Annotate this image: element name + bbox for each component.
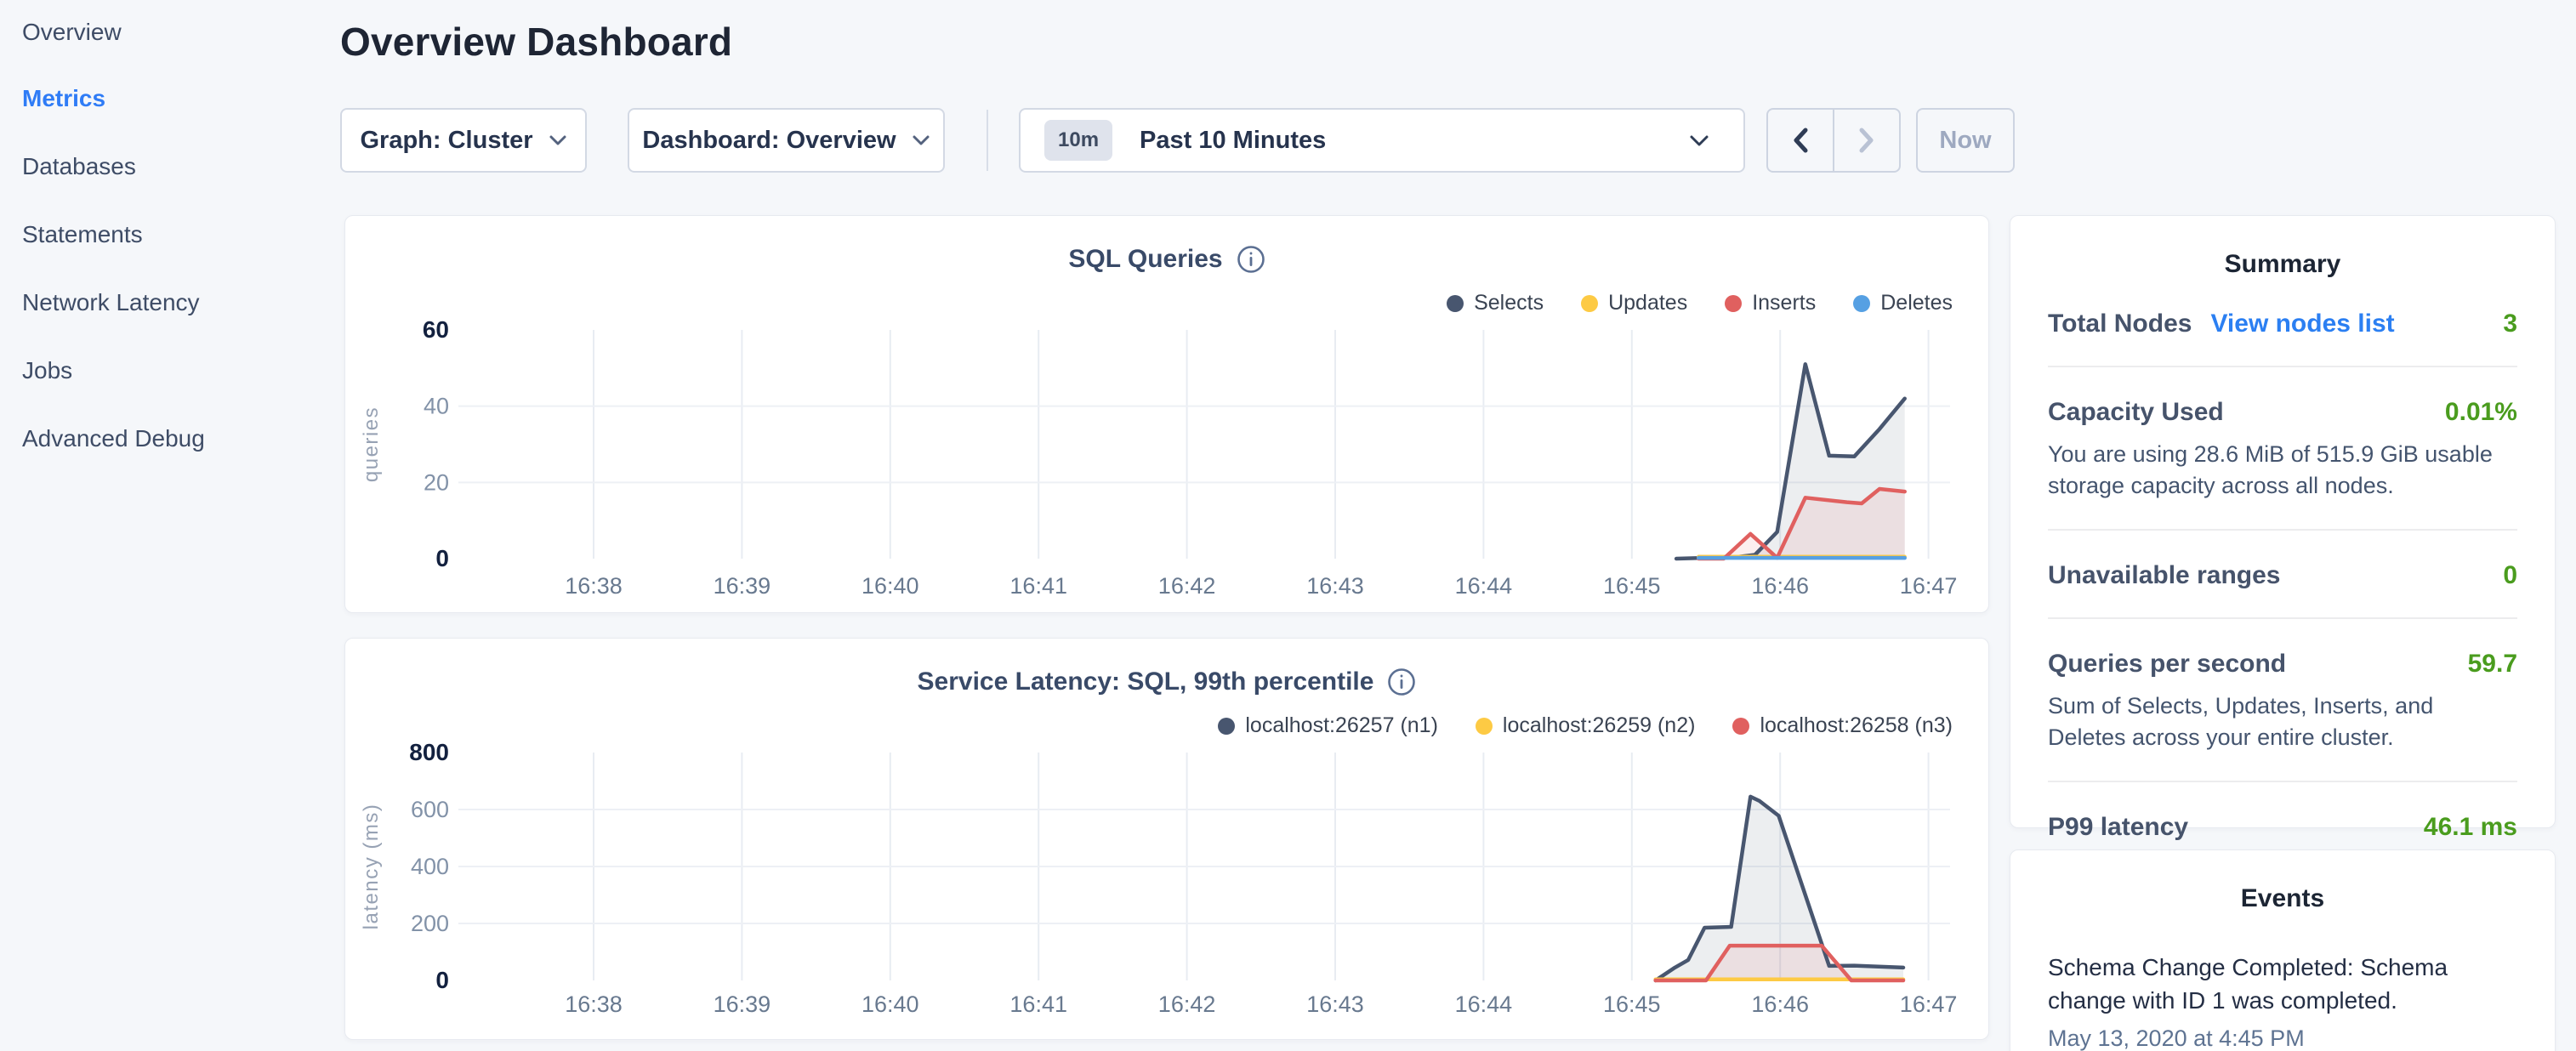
y-tick-label: 200 [411, 911, 449, 936]
y-tick-label: 800 [409, 739, 449, 765]
x-tick-label: 16:44 [1455, 573, 1513, 599]
x-tick-label: 16:38 [565, 573, 623, 599]
x-tick-label: 16:39 [714, 991, 771, 1017]
sidebar-item-overview[interactable]: Overview [22, 0, 333, 65]
summary-row-label: Capacity Used [2048, 398, 2224, 427]
x-tick-label: 16:40 [862, 573, 919, 599]
summary-row-value: 3 [2503, 310, 2517, 338]
y-axis-label: latency (ms) [360, 804, 383, 930]
x-tick-label: 16:38 [565, 991, 623, 1017]
x-tick-label: 16:41 [1009, 573, 1067, 599]
y-tick-label: 0 [435, 967, 449, 993]
next-time-button[interactable] [1833, 110, 1899, 171]
sidebar-item-jobs[interactable]: Jobs [22, 337, 333, 405]
summary-row-value: 0 [2503, 561, 2517, 590]
service-latency-chart-card: Service Latency: SQL, 99th percentile lo… [344, 638, 1989, 1040]
y-tick-label: 0 [435, 545, 449, 571]
time-range-badge: 10m [1044, 120, 1112, 161]
y-tick-label: 60 [423, 316, 449, 343]
time-range-dropdown[interactable]: 10m Past 10 Minutes [1019, 108, 1745, 173]
summary-row: Unavailable ranges 0 [2048, 561, 2517, 590]
sidebar-item-databases[interactable]: Databases [22, 133, 333, 201]
x-tick-label: 16:47 [1900, 991, 1958, 1017]
chevron-left-icon [1789, 126, 1811, 155]
prev-time-button[interactable] [1768, 110, 1833, 171]
time-step-buttons [1766, 108, 1901, 173]
graph-selector-label: Graph: Cluster [360, 127, 532, 155]
x-tick-label: 16:45 [1603, 573, 1661, 599]
y-tick-label: 400 [411, 854, 449, 879]
summary-divider [2048, 529, 2517, 531]
x-tick-label: 16:41 [1009, 991, 1067, 1017]
summary-row: Total Nodes View nodes list 3 [2048, 310, 2517, 338]
graph-selector-dropdown[interactable]: Graph: Cluster [340, 108, 587, 173]
summary-row: P99 latency 46.1 ms [2048, 813, 2517, 842]
sidebar-item-metrics[interactable]: Metrics [22, 65, 333, 133]
x-tick-label: 16:40 [862, 991, 919, 1017]
summary-divider [2048, 366, 2517, 367]
summary-row-value: 0.01% [2445, 398, 2517, 427]
summary-divider [2048, 617, 2517, 619]
time-range-label: Past 10 Minutes [1140, 127, 1326, 155]
events-title: Events [2010, 850, 2555, 913]
chevron-down-icon [549, 134, 567, 146]
summary-row-value: 46.1 ms [2424, 813, 2517, 842]
summary-row: Queries per second 59.7 [2048, 650, 2517, 679]
dashboard-selector-dropdown[interactable]: Dashboard: Overview [628, 108, 945, 173]
summary-row-label: Queries per second [2048, 650, 2286, 679]
chevron-right-icon [1856, 126, 1878, 155]
summary-row-label: Total Nodes [2048, 310, 2192, 338]
y-tick-label: 20 [424, 469, 449, 495]
event-timestamp: May 13, 2020 at 4:45 PM [2048, 1025, 2517, 1051]
summary-title: Summary [2010, 216, 2555, 279]
sql-queries-chart-card: SQL Queries SelectsUpdatesInsertsDeletes… [344, 215, 1989, 613]
events-panel: Events Schema Change Completed: Schema c… [2010, 849, 2556, 1051]
chevron-down-icon [1689, 134, 1709, 147]
summary-row-subtext: Sum of Selects, Updates, Inserts, and De… [2048, 690, 2517, 753]
y-tick-label: 40 [424, 394, 449, 419]
sidebar-item-advanced-debug[interactable]: Advanced Debug [22, 405, 333, 473]
summary-row-subtext: You are using 28.6 MiB of 515.9 GiB usab… [2048, 439, 2517, 502]
x-tick-label: 16:46 [1751, 573, 1809, 599]
x-tick-label: 16:47 [1900, 573, 1958, 599]
summary-row-label: P99 latency [2048, 813, 2188, 842]
view-nodes-list-link[interactable]: View nodes list [2210, 310, 2394, 338]
x-tick-label: 16:42 [1158, 573, 1216, 599]
page-title: Overview Dashboard [340, 19, 732, 65]
sidebar-item-statements[interactable]: Statements [22, 201, 333, 269]
dashboard-selector-label: Dashboard: Overview [642, 127, 896, 155]
x-tick-label: 16:45 [1603, 991, 1661, 1017]
overview-dashboard-page: { "page": { "background": "#f5f7fa", "ac… [0, 0, 2576, 1051]
x-tick-label: 16:39 [714, 573, 771, 599]
event-message: Schema Change Completed: Schema change w… [2048, 951, 2517, 1017]
x-tick-label: 16:43 [1306, 991, 1364, 1017]
sidebar-item-network-latency[interactable]: Network Latency [22, 269, 333, 337]
chevron-down-icon [912, 134, 930, 146]
x-tick-label: 16:42 [1158, 991, 1216, 1017]
toolbar-divider [987, 110, 988, 171]
x-tick-label: 16:43 [1306, 573, 1364, 599]
summary-row: Capacity Used 0.01% [2048, 398, 2517, 427]
service-latency-chart[interactable]: 16:38 16:39 16:40 16:41 16:42 16:43 16:44 16:45… [345, 639, 1990, 1041]
summary-panel: Summary Total Nodes View nodes list 3 Capac… [2010, 215, 2556, 828]
sql-queries-chart[interactable]: 16:38 16:39 16:40 16:41 16:42 16:43 16:44 16:45… [345, 216, 1990, 614]
now-button[interactable]: Now [1916, 108, 2015, 173]
y-tick-label: 600 [411, 797, 449, 822]
y-axis-label: queries [360, 406, 383, 482]
sidebar: OverviewMetricsDatabasesStatementsNetwor… [0, 0, 333, 473]
summary-divider [2048, 781, 2517, 782]
now-button-label: Now [1939, 127, 1991, 155]
summary-row-label: Unavailable ranges [2048, 561, 2280, 590]
x-tick-label: 16:46 [1751, 991, 1809, 1017]
x-tick-label: 16:44 [1455, 991, 1513, 1017]
summary-row-value: 59.7 [2468, 650, 2517, 679]
